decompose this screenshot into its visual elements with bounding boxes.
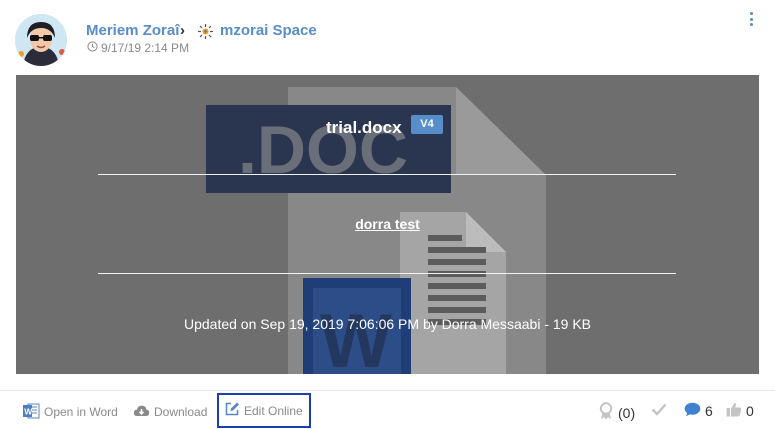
activity-card: Meriem Zoraî › mzorai Space 9/17/19 2:14… — [0, 0, 775, 429]
kudos-count: (0) — [618, 404, 636, 421]
document-preview[interactable]: .DOC W trial.docx V4 dorra test Updated … — [16, 75, 759, 374]
edit-online-button[interactable]: Edit Online — [217, 393, 311, 428]
date-text: 9/17/19 2:14 PM — [101, 41, 190, 55]
version-badge: V4 — [411, 115, 443, 134]
divider-bottom — [98, 273, 676, 274]
like-button[interactable]: 0 — [726, 402, 754, 420]
download-label: Download — [154, 405, 208, 419]
mark-done-button[interactable] — [651, 402, 667, 419]
document-description[interactable]: dorra test — [16, 216, 759, 232]
edit-icon — [224, 401, 240, 420]
thumbs-up-icon — [726, 402, 742, 420]
award-icon — [598, 402, 614, 423]
post-date: 9/17/19 2:14 PM — [87, 41, 189, 55]
author-name[interactable]: Meriem Zoraî — [86, 22, 179, 39]
word-icon: W — [22, 402, 40, 423]
user-avatar[interactable] — [15, 14, 67, 66]
open-in-word-button[interactable]: W Open in Word — [22, 402, 118, 422]
download-button[interactable]: Download — [133, 402, 207, 422]
breadcrumb-chevron: › — [180, 22, 185, 39]
open-in-word-label: Open in Word — [44, 405, 118, 419]
update-info: Updated on Sep 19, 2019 7:06:06 PM by Do… — [183, 316, 592, 332]
cloud-download-icon — [133, 404, 150, 421]
svg-text:W: W — [320, 299, 392, 374]
edit-online-label: Edit Online — [244, 403, 303, 418]
comments-button[interactable]: 6 — [684, 402, 713, 420]
kudos-button[interactable]: (0) — [598, 402, 635, 423]
clock-icon — [87, 41, 98, 55]
divider-top — [98, 174, 676, 175]
file-name[interactable]: trial.docx — [326, 118, 402, 138]
svg-text:W: W — [24, 406, 33, 416]
comments-count: 6 — [705, 403, 713, 419]
space-link[interactable]: mzorai Space — [220, 22, 317, 39]
likes-count: 0 — [746, 403, 754, 419]
footer-divider — [0, 390, 775, 391]
more-menu-icon[interactable] — [744, 10, 758, 28]
comment-icon — [684, 402, 701, 420]
check-icon — [651, 402, 667, 419]
space-icon — [197, 23, 214, 40]
